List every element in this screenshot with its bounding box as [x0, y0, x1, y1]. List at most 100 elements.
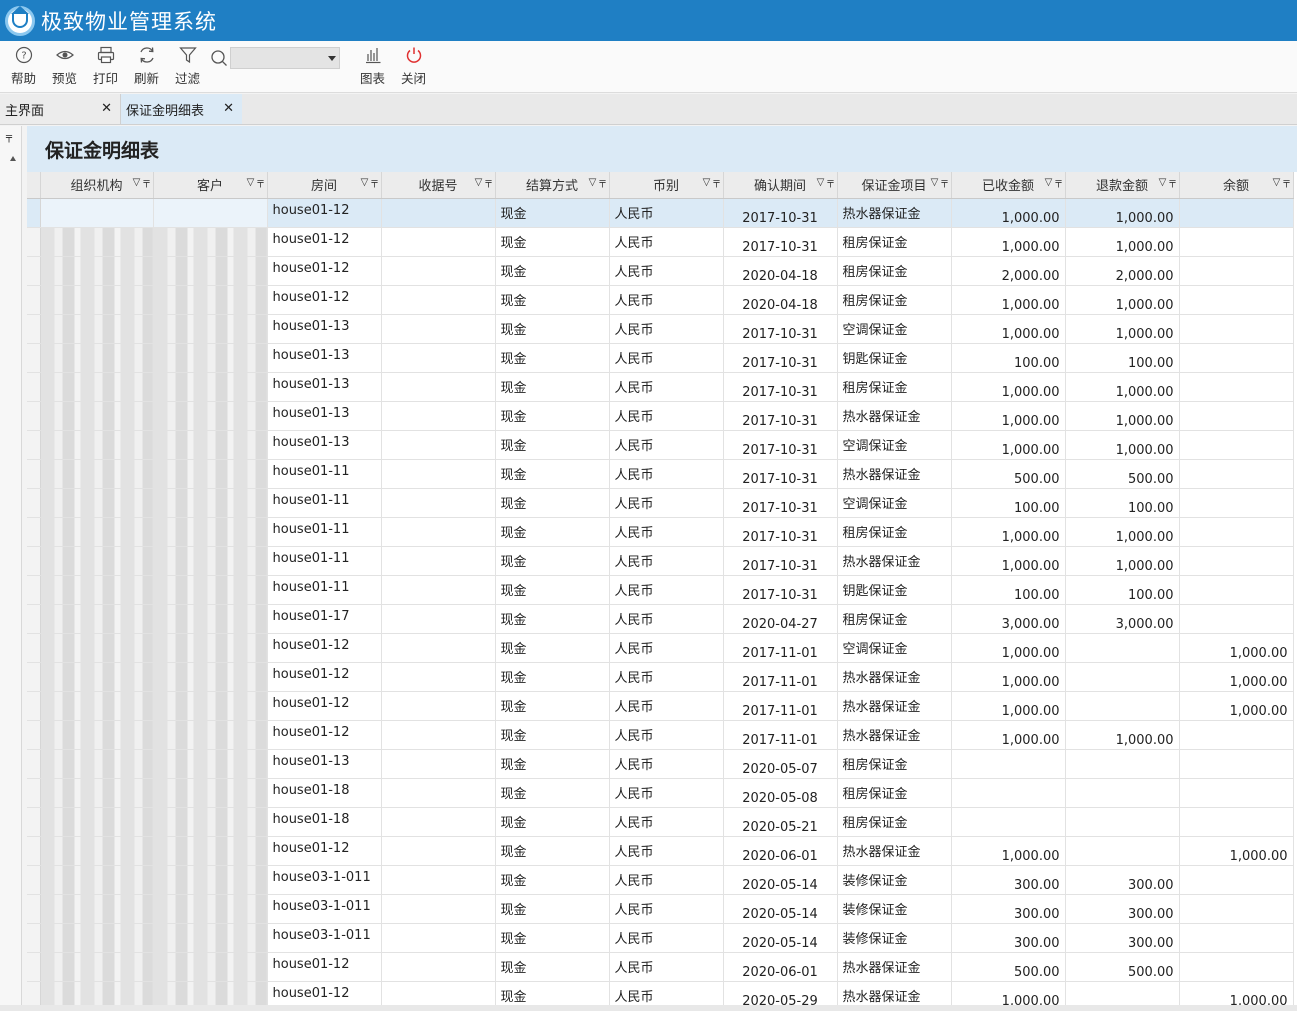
row-selector[interactable] — [27, 807, 41, 837]
row-selector[interactable] — [27, 720, 41, 750]
table-row[interactable]: house01-12 现金 人民币 2017-10-31 租房保证金 1,000.00 1,… — [27, 227, 1294, 257]
column-header[interactable]: 余额 ▽ ╤ — [1179, 172, 1294, 199]
table-row[interactable]: house01-11 现金 人民币 2017-10-31 热水器保证金 1,000.00 1… — [27, 546, 1294, 576]
table-row[interactable]: house01-13 现金 人民币 2020-05-07 租房保证金 — [27, 749, 1294, 779]
table-row[interactable]: house01-17 现金 人民币 2020-04-27 租房保证金 3,000.00 3,… — [27, 604, 1294, 634]
row-selector[interactable] — [27, 488, 41, 518]
row-selector[interactable] — [27, 894, 41, 924]
row-selector[interactable] — [27, 314, 41, 344]
row-selector[interactable] — [27, 198, 41, 228]
help-button[interactable]: ? 帮助 — [3, 41, 44, 91]
table-row[interactable]: house03-1-011 现金 人民币 2020-05-14 装修保证金 300.00 3… — [27, 923, 1294, 953]
table-row[interactable]: house01-13 现金 人民币 2017-10-31 租房保证金 1,000.00 1,… — [27, 372, 1294, 402]
table-row[interactable]: house01-13 现金 人民币 2017-10-31 空调保证金 1,000.00 1,… — [27, 430, 1294, 460]
row-selector[interactable] — [27, 372, 41, 402]
column-filter-icon[interactable]: ▽ ╤ — [703, 177, 720, 188]
filter-button[interactable]: 过滤 — [167, 41, 208, 91]
table-row[interactable]: house01-12 现金 人民币 2020-06-01 热水器保证金 500.00 500… — [27, 952, 1294, 982]
column-header[interactable]: 保证金项目 ▽ ╤ — [837, 172, 952, 199]
table-row[interactable]: house01-18 现金 人民币 2020-05-08 租房保证金 — [27, 778, 1294, 808]
table-cell — [153, 807, 268, 837]
table-row[interactable]: house01-12 现金 人民币 2017-11-01 热水器保证金 1,000.00 1… — [27, 691, 1294, 721]
table-cell — [1179, 343, 1294, 373]
table-row[interactable]: house01-18 现金 人民币 2020-05-21 租房保证金 — [27, 807, 1294, 837]
table-cell: house03-1-011 — [267, 894, 382, 924]
close-icon[interactable]: ✕ — [223, 101, 234, 116]
table-row[interactable]: house01-12 现金 人民币 2017-11-01 热水器保证金 1,000.00 1… — [27, 662, 1294, 692]
preview-button[interactable]: 预览 — [44, 41, 85, 91]
column-header[interactable]: 结算方式 ▽ ╤ — [495, 172, 610, 199]
row-selector[interactable] — [27, 285, 41, 315]
table-row[interactable]: house01-12 现金 人民币 2020-05-29 热水器保证金 1,000.00 1… — [27, 981, 1294, 1006]
row-selector[interactable] — [27, 343, 41, 373]
pin-icon[interactable]: ╤ — [6, 132, 12, 143]
table-cell: house01-11 — [267, 459, 382, 489]
row-selector[interactable] — [27, 691, 41, 721]
row-selector[interactable] — [27, 256, 41, 286]
refresh-button[interactable]: 刷新 — [126, 41, 167, 91]
column-filter-icon[interactable]: ▽ ╤ — [133, 177, 150, 188]
table-row[interactable]: house01-12 现金 人民币 2017-11-01 热水器保证金 1,000.00 1… — [27, 720, 1294, 750]
column-header[interactable]: 确认期间 ▽ ╤ — [723, 172, 838, 199]
table-cell: 500.00 — [1065, 952, 1180, 982]
column-filter-icon[interactable]: ▽ ╤ — [361, 177, 378, 188]
column-filter-icon[interactable]: ▽ ╤ — [931, 177, 948, 188]
column-header[interactable]: 币别 ▽ ╤ — [609, 172, 724, 199]
column-header[interactable]: 退款金额 ▽ ╤ — [1065, 172, 1180, 199]
row-selector[interactable] — [27, 401, 41, 431]
row-selector[interactable] — [27, 633, 41, 663]
table-row[interactable]: house01-12 现金 人民币 2017-10-31 热水器保证金 1,000.00 1… — [27, 198, 1294, 228]
row-selector[interactable] — [27, 662, 41, 692]
table-row[interactable]: house01-13 现金 人民币 2017-10-31 空调保证金 1,000.00 1,… — [27, 314, 1294, 344]
row-selector[interactable] — [27, 778, 41, 808]
row-selector[interactable] — [27, 865, 41, 895]
chart-button[interactable]: 图表 — [352, 41, 393, 91]
column-header[interactable]: 组织机构 ▽ ╤ — [40, 172, 154, 199]
column-filter-icon[interactable]: ▽ ╤ — [589, 177, 606, 188]
expand-icon[interactable] — [10, 156, 16, 161]
table-row[interactable]: house01-11 现金 人民币 2017-10-31 钥匙保证金 100.00 100.… — [27, 575, 1294, 605]
row-selector[interactable] — [27, 546, 41, 576]
table-row[interactable]: house01-12 现金 人民币 2020-04-18 租房保证金 1,000.00 1,… — [27, 285, 1294, 315]
table-row[interactable]: house01-11 现金 人民币 2017-10-31 热水器保证金 500.00 500… — [27, 459, 1294, 489]
tab-main[interactable]: 主界面 ✕ — [0, 94, 121, 124]
row-selector[interactable] — [27, 575, 41, 605]
table-cell: 100.00 — [951, 575, 1066, 605]
column-filter-icon[interactable]: ▽ ╤ — [1045, 177, 1062, 188]
close-icon[interactable]: ✕ — [101, 101, 112, 116]
table-cell: 1,000.00 — [951, 198, 1066, 228]
table-row[interactable]: house01-12 现金 人民币 2020-06-01 热水器保证金 1,000.00 1… — [27, 836, 1294, 866]
close-button[interactable]: 关闭 — [393, 41, 434, 91]
table-row[interactable]: house01-13 现金 人民币 2017-10-31 热水器保证金 1,000.00 1… — [27, 401, 1294, 431]
row-selector[interactable] — [27, 923, 41, 953]
row-selector[interactable] — [27, 749, 41, 779]
row-selector[interactable] — [27, 517, 41, 547]
column-filter-icon[interactable]: ▽ ╤ — [1273, 177, 1290, 188]
column-filter-icon[interactable]: ▽ ╤ — [247, 177, 264, 188]
row-selector[interactable] — [27, 459, 41, 489]
column-filter-icon[interactable]: ▽ ╤ — [817, 177, 834, 188]
chevron-down-icon[interactable] — [328, 56, 336, 61]
table-row[interactable]: house01-12 现金 人民币 2017-11-01 空调保证金 1,000.00 1,… — [27, 633, 1294, 663]
row-selector[interactable] — [27, 952, 41, 982]
print-button[interactable]: 打印 — [85, 41, 126, 91]
table-row[interactable]: house01-13 现金 人民币 2017-10-31 钥匙保证金 100.00 100.… — [27, 343, 1294, 373]
column-filter-icon[interactable]: ▽ ╤ — [475, 177, 492, 188]
table-row[interactable]: house01-11 现金 人民币 2017-10-31 租房保证金 1,000.00 1,… — [27, 517, 1294, 547]
search-combo[interactable] — [230, 47, 340, 69]
table-row[interactable]: house03-1-011 现金 人民币 2020-05-14 装修保证金 300.00 3… — [27, 865, 1294, 895]
column-header[interactable]: 房间 ▽ ╤ — [267, 172, 382, 199]
table-row[interactable]: house01-11 现金 人民币 2017-10-31 空调保证金 100.00 100.… — [27, 488, 1294, 518]
row-selector[interactable] — [27, 604, 41, 634]
column-header[interactable]: 客户 ▽ ╤ — [153, 172, 268, 199]
row-selector[interactable] — [27, 981, 41, 1006]
column-header[interactable]: 收据号 ▽ ╤ — [381, 172, 496, 199]
row-selector[interactable] — [27, 430, 41, 460]
row-selector[interactable] — [27, 227, 41, 257]
table-row[interactable]: house01-12 现金 人民币 2020-04-18 租房保证金 2,000.00 2,… — [27, 256, 1294, 286]
column-header[interactable]: 已收金额 ▽ ╤ — [951, 172, 1066, 199]
row-selector[interactable] — [27, 836, 41, 866]
column-filter-icon[interactable]: ▽ ╤ — [1159, 177, 1176, 188]
table-row[interactable]: house03-1-011 现金 人民币 2020-05-14 装修保证金 300.00 3… — [27, 894, 1294, 924]
tab-deposit-detail[interactable]: 保证金明细表 ✕ — [121, 94, 242, 124]
